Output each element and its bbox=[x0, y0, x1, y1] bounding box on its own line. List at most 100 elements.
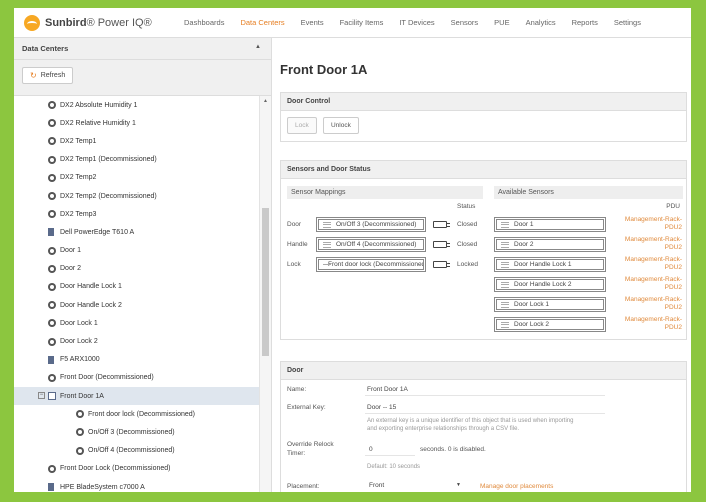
available-sensor-item[interactable]: Door Handle Lock 2 bbox=[494, 277, 606, 292]
mapping-sensor-select[interactable]: Front door lock (Decommissioned) bbox=[316, 257, 426, 272]
nav-item-sensors[interactable]: Sensors bbox=[451, 18, 479, 27]
tree-item-label: Door Lock 2 bbox=[60, 338, 98, 346]
sidebar-toolbar: ↻ Refresh bbox=[14, 60, 271, 96]
mapping-sensor-select[interactable]: On/Off 3 (Decommissioned) bbox=[316, 217, 426, 232]
sensor-icon bbox=[48, 337, 56, 346]
placement-label: Placement: bbox=[287, 483, 320, 490]
relock-timer-suffix: seconds. 0 is disabled. bbox=[420, 446, 486, 453]
drag-handle-icon bbox=[323, 241, 331, 248]
pdu-name-line: PDU2 bbox=[664, 323, 682, 331]
name-field[interactable]: Front Door 1A bbox=[367, 386, 408, 393]
sensors-panel-title: Sensors and Door Status bbox=[281, 161, 686, 179]
nav-item-dashboards[interactable]: Dashboards bbox=[184, 18, 224, 27]
mapping-sensor-name: Front door lock (Decommissioned) bbox=[328, 261, 426, 268]
drag-handle-icon bbox=[501, 301, 509, 308]
nav-item-settings[interactable]: Settings bbox=[614, 18, 641, 27]
tree-item[interactable]: Door Lock 1 bbox=[14, 314, 259, 332]
nav-item-analytics[interactable]: Analytics bbox=[526, 18, 556, 27]
mapping-label: Lock bbox=[287, 261, 301, 268]
nav-item-pue[interactable]: PUE bbox=[494, 18, 509, 27]
tree-item[interactable]: On/Off 3 (Decommissioned) bbox=[14, 423, 259, 441]
pdu-name-line: Management-Rack- bbox=[624, 316, 682, 323]
collapse-caret-icon[interactable]: ▲ bbox=[255, 44, 261, 50]
tree-item-label: DX2 Temp1 (Decommissioned) bbox=[60, 156, 157, 164]
tree-item[interactable]: Door Lock 2 bbox=[14, 332, 259, 350]
pdu-name-line: PDU2 bbox=[664, 263, 682, 271]
tree-item-label: On/Off 4 (Decommissioned) bbox=[88, 447, 175, 455]
available-sensor-item[interactable]: Door Handle Lock 1 bbox=[494, 257, 606, 272]
pdu-name-line: PDU2 bbox=[664, 283, 682, 291]
tree-item[interactable]: Front Door (Decommissioned) bbox=[14, 369, 259, 387]
pdu-name: Management-Rack- PDU2 bbox=[625, 276, 682, 291]
nav-item-it-devices[interactable]: IT Devices bbox=[399, 18, 434, 27]
sensor-icon bbox=[48, 137, 56, 146]
unlock-button[interactable]: Unlock bbox=[322, 117, 359, 134]
tree-item-label: Front Door (Decommissioned) bbox=[60, 374, 154, 382]
door-panel-title: Door bbox=[281, 362, 686, 380]
tree-item[interactable]: Front door lock (Decommissioned) bbox=[14, 405, 259, 423]
sidebar-title: Data Centers bbox=[22, 44, 69, 53]
tree-item[interactable]: Door 1 bbox=[14, 242, 259, 260]
sensor-icon bbox=[48, 192, 56, 201]
sensor-icon bbox=[48, 373, 56, 382]
refresh-button[interactable]: ↻ Refresh bbox=[22, 67, 74, 84]
scroll-up-icon[interactable]: ▲ bbox=[263, 98, 268, 104]
nav-menu: Dashboards Data Centers Events Facility Ite… bbox=[184, 18, 657, 27]
external-key-field[interactable]: Door -- 15 bbox=[367, 404, 396, 411]
sensor-icon bbox=[76, 410, 84, 419]
mapping-sensor-name: On/Off 4 (Decommissioned) bbox=[336, 241, 417, 248]
nav-item-events[interactable]: Events bbox=[301, 18, 324, 27]
tree-item-label: DX2 Relative Humidity 1 bbox=[60, 119, 136, 127]
plug-icon bbox=[433, 221, 450, 228]
nav-item-reports[interactable]: Reports bbox=[572, 18, 598, 27]
mapping-sensor-select[interactable]: On/Off 4 (Decommissioned) bbox=[316, 237, 426, 252]
sensor-icon bbox=[48, 301, 56, 310]
tree-item[interactable]: DX2 Temp3 bbox=[14, 205, 259, 223]
tree-item[interactable]: Door 2 bbox=[14, 260, 259, 278]
tree-item[interactable]: DX2 Temp1 (Decommissioned) bbox=[14, 151, 259, 169]
tree-item[interactable]: Front Door Lock (Decommissioned) bbox=[14, 460, 259, 478]
server-icon bbox=[48, 483, 54, 492]
pdu-name: Management-Rack- PDU2 bbox=[625, 296, 682, 311]
tree-item-selected[interactable]: − Front Door 1A bbox=[14, 387, 259, 406]
available-sensor-name: Door 1 bbox=[514, 221, 534, 228]
tree-item[interactable]: DX2 Relative Humidity 1 bbox=[14, 114, 259, 132]
tree-item[interactable]: DX2 Absolute Humidity 1 bbox=[14, 96, 259, 114]
pdu-name-line: Management-Rack- bbox=[624, 296, 682, 303]
relock-timer-input[interactable]: 0 bbox=[369, 446, 373, 453]
page-title: Front Door 1A bbox=[280, 62, 368, 77]
dropdown-caret-icon: ▼ bbox=[456, 482, 461, 488]
sensor-icon bbox=[48, 264, 56, 273]
nav-item-facility-items[interactable]: Facility Items bbox=[340, 18, 384, 27]
tree-item[interactable]: Door Handle Lock 2 bbox=[14, 296, 259, 314]
scrollbar-thumb[interactable] bbox=[262, 208, 269, 356]
sensor-icon bbox=[48, 464, 56, 473]
available-sensor-item[interactable]: Door 2 bbox=[494, 237, 606, 252]
tree-item-label: Door 1 bbox=[60, 247, 82, 255]
collapse-toggle-icon[interactable]: − bbox=[38, 392, 45, 399]
available-sensor-item[interactable]: Door Lock 1 bbox=[494, 297, 606, 312]
logo: Sunbird® Power IQ® bbox=[24, 14, 164, 31]
tree-item[interactable]: DX2 Temp2 (Decommissioned) bbox=[14, 187, 259, 205]
tree-item-label: DX2 Absolute Humidity 1 bbox=[60, 101, 138, 109]
tree-item[interactable]: Door Handle Lock 1 bbox=[14, 278, 259, 296]
lock-button[interactable]: Lock bbox=[287, 117, 317, 134]
tree-item[interactable]: Dell PowerEdge T610 A bbox=[14, 223, 259, 241]
tree-item[interactable]: DX2 Temp2 bbox=[14, 169, 259, 187]
relock-timer-underline bbox=[365, 455, 415, 456]
nav-item-data-centers[interactable]: Data Centers bbox=[240, 18, 284, 27]
placement-select[interactable]: Front ▼ bbox=[365, 478, 465, 492]
available-sensor-item[interactable]: Door Lock 2 bbox=[494, 317, 606, 332]
mapping-label: Handle bbox=[287, 241, 308, 248]
tree-scrollbar[interactable]: ▲ bbox=[259, 96, 271, 492]
door-icon bbox=[48, 392, 56, 401]
mapping-sensor-name: On/Off 3 (Decommissioned) bbox=[336, 221, 417, 228]
tree-item[interactable]: DX2 Temp1 bbox=[14, 132, 259, 150]
available-sensor-item[interactable]: Door 1 bbox=[494, 217, 606, 232]
manage-door-placements-link[interactable]: Manage door placements bbox=[480, 483, 553, 490]
tree-item[interactable]: HPE BladeSystem c7000 A bbox=[14, 478, 259, 492]
sensor-mappings-heading: Sensor Mappings bbox=[287, 186, 483, 199]
tree-item[interactable]: F5 ARX1000 bbox=[14, 351, 259, 369]
tree-item[interactable]: On/Off 4 (Decommissioned) bbox=[14, 442, 259, 460]
sensor-icon bbox=[48, 155, 56, 164]
